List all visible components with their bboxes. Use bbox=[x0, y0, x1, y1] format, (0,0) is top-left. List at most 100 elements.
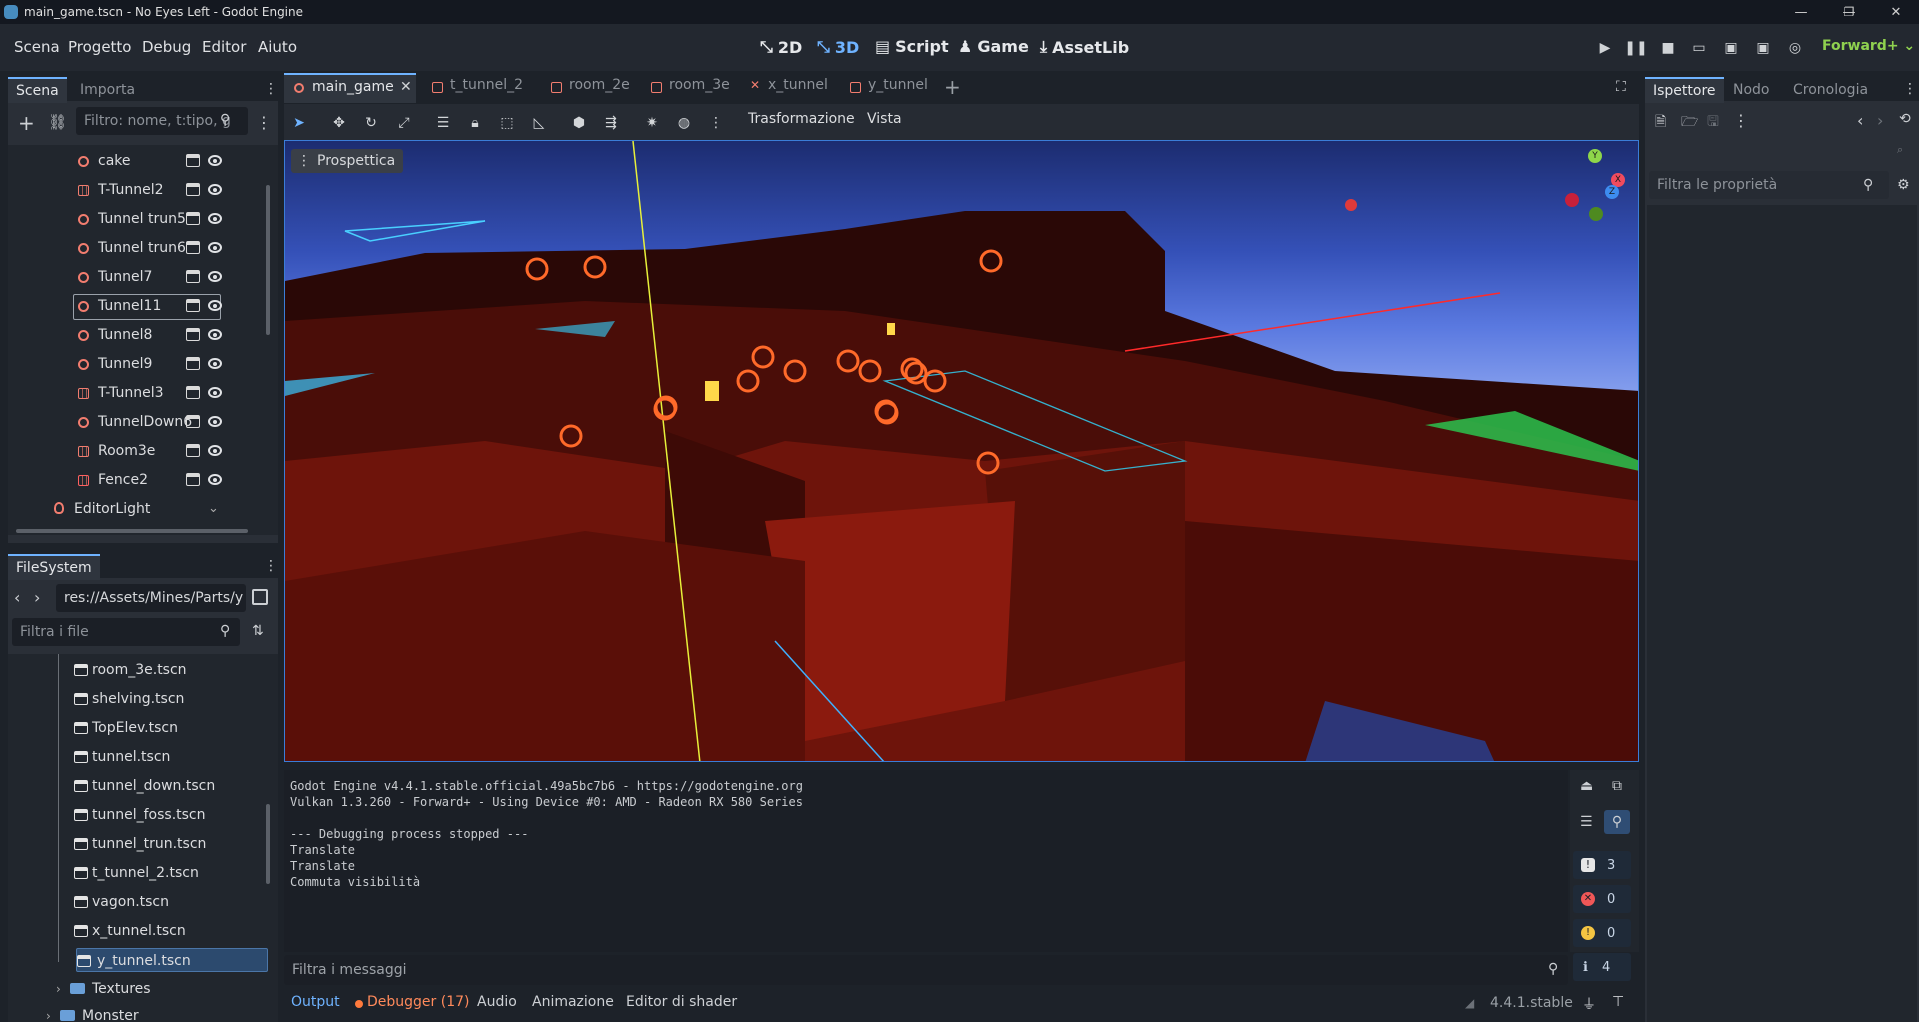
more-options-icon[interactable]: ⋮ bbox=[1733, 111, 1749, 130]
tree-node-tunnel9[interactable]: Tunnel9 bbox=[18, 352, 223, 376]
tab-cronologia[interactable]: Cronologia bbox=[1785, 77, 1876, 103]
renderer-select[interactable]: Forward+ ⌄ bbox=[1822, 38, 1915, 54]
pin-panel-icon[interactable]: ⏚ bbox=[1582, 994, 1596, 1014]
perspective-menu-button[interactable]: ⋮ Prospettica bbox=[291, 149, 404, 173]
new-resource-icon[interactable]: 🗎︎ bbox=[1655, 111, 1666, 135]
tab-scena[interactable]: Scena bbox=[8, 77, 67, 103]
visibility-eye-icon[interactable] bbox=[208, 445, 222, 456]
tree-node-room3e[interactable]: Room3e bbox=[18, 439, 223, 463]
file-t-tunnel-2[interactable]: t_tunnel_2.tscn bbox=[68, 861, 228, 885]
sort-icon[interactable]: ⇅ bbox=[252, 623, 264, 639]
dock-menu-icon[interactable]: ⋮ bbox=[1903, 81, 1917, 97]
file-tunnel-down[interactable]: tunnel_down.tscn bbox=[68, 774, 228, 798]
snap-icon[interactable]: ⇶ bbox=[598, 110, 624, 136]
visibility-eye-icon[interactable] bbox=[208, 155, 222, 166]
gizmo-neg-y[interactable] bbox=[1589, 207, 1603, 221]
tab-animazione[interactable]: Animazione bbox=[532, 994, 614, 1010]
more-options-icon[interactable]: ⋮ bbox=[703, 110, 729, 136]
file-tunnel-trun[interactable]: tunnel_trun.tscn bbox=[68, 832, 228, 856]
file-tunnel-foss[interactable]: tunnel_foss.tscn bbox=[68, 803, 228, 827]
tree-node-fence2[interactable]: Fence2 bbox=[18, 468, 223, 492]
instance-scene-icon[interactable] bbox=[186, 415, 200, 428]
list-select-icon[interactable]: ☰ bbox=[430, 110, 456, 136]
instance-scene-icon[interactable] bbox=[186, 473, 200, 486]
filter-error-x-button[interactable]: ✕ 0 bbox=[1573, 885, 1631, 913]
file-x-tunnel[interactable]: x_tunnel.tscn bbox=[68, 919, 228, 943]
link-icon[interactable]: ⛓ bbox=[48, 113, 67, 131]
gizmo-z-axis[interactable]: Z bbox=[1605, 185, 1619, 199]
vertical-scrollbar[interactable] bbox=[266, 185, 270, 335]
visibility-eye-icon[interactable] bbox=[208, 358, 222, 369]
scale-tool-icon[interactable]: ⤢ bbox=[391, 110, 417, 136]
visibility-eye-icon[interactable] bbox=[208, 242, 222, 253]
gizmo-neg-x[interactable] bbox=[1565, 193, 1579, 207]
instance-scene-icon[interactable] bbox=[186, 444, 200, 457]
property-filter-input[interactable]: Filtra le proprietà bbox=[1649, 171, 1889, 199]
open-folder-icon[interactable]: 🗁︎ bbox=[1681, 111, 1698, 135]
menu-aiuto[interactable]: Aiuto bbox=[258, 38, 297, 56]
copy-log-icon[interactable]: ⧉ bbox=[1612, 778, 1622, 794]
add-node-icon[interactable]: + bbox=[18, 111, 35, 135]
3d-viewport[interactable]: ⋮ Prospettica Y X Z bbox=[284, 140, 1639, 762]
ruler-icon[interactable]: ◺ bbox=[526, 110, 552, 136]
menu-editor[interactable]: Editor bbox=[202, 38, 246, 56]
visibility-eye-icon[interactable] bbox=[208, 271, 222, 282]
instance-scene-icon[interactable] bbox=[186, 299, 200, 312]
remote-debug-icon[interactable]: ▭ bbox=[1686, 37, 1712, 59]
tree-node-tunnel-trun5[interactable]: Tunnel trun5 bbox=[18, 207, 223, 231]
split-view-icon[interactable] bbox=[252, 589, 268, 605]
instance-scene-icon[interactable] bbox=[186, 241, 200, 254]
tab-filesystem[interactable]: FileSystem bbox=[8, 554, 100, 580]
sun-toggle-icon[interactable]: ✷ bbox=[639, 110, 665, 136]
history-back-icon[interactable]: ‹ bbox=[1857, 111, 1863, 130]
workspace-script-button[interactable]: ▤ Script bbox=[875, 37, 949, 56]
visibility-eye-icon[interactable] bbox=[208, 184, 222, 195]
rotate-tool-icon[interactable]: ↻ bbox=[358, 110, 384, 136]
tree-node-tunnel7[interactable]: Tunnel7 bbox=[18, 265, 223, 289]
output-log[interactable]: Godot Engine v4.4.1.stable.official.49a5… bbox=[284, 770, 1568, 952]
instance-scene-icon[interactable] bbox=[186, 357, 200, 370]
pause-icon[interactable]: ❚❚ bbox=[1623, 37, 1649, 59]
docs-icon[interactable]: ⌕ bbox=[1897, 143, 1903, 157]
gizmo-y-axis[interactable]: Y bbox=[1588, 149, 1602, 163]
horizontal-scrollbar[interactable] bbox=[16, 529, 248, 533]
local-space-icon[interactable]: ⬢ bbox=[566, 110, 592, 136]
filter-errors-button[interactable]: ! 3 bbox=[1573, 851, 1631, 879]
move-tool-icon[interactable]: ✥ bbox=[326, 110, 352, 136]
run-project-icon[interactable]: ▶ bbox=[1592, 37, 1618, 59]
history-icon[interactable]: ⟲ bbox=[1899, 111, 1911, 127]
tree-node-tunnel-trun6[interactable]: Tunnel trun6 bbox=[18, 236, 223, 260]
filter-info-button[interactable]: ℹ4 bbox=[1573, 953, 1631, 981]
workspace-3d-button[interactable]: ⤡ 3D bbox=[817, 37, 859, 57]
property-settings-icon[interactable]: ⚙ bbox=[1897, 177, 1910, 193]
folder-monster[interactable]: › Monster bbox=[46, 1004, 206, 1022]
tree-node-cake[interactable]: cake bbox=[18, 149, 223, 173]
expand-panel-icon[interactable]: ⊤ bbox=[1612, 994, 1624, 1010]
tab-nodo[interactable]: Nodo bbox=[1725, 77, 1778, 103]
run-current-scene-icon[interactable]: ▣ bbox=[1718, 37, 1744, 59]
dock-menu-icon[interactable]: ⋮ bbox=[264, 558, 278, 574]
workspace-2d-button[interactable]: ⤡ 2D bbox=[760, 37, 802, 57]
menu-progetto[interactable]: Progetto bbox=[68, 38, 132, 56]
close-tab-icon[interactable]: ✕ bbox=[400, 79, 412, 95]
visibility-eye-icon[interactable] bbox=[208, 213, 222, 224]
forward-icon[interactable]: › bbox=[34, 588, 40, 607]
orientation-gizmo[interactable]: Y X Z bbox=[1563, 149, 1627, 221]
visibility-eye-icon[interactable] bbox=[208, 474, 222, 485]
instance-scene-icon[interactable] bbox=[186, 154, 200, 167]
add-tab-icon[interactable]: + bbox=[944, 75, 961, 99]
instance-scene-icon[interactable] bbox=[186, 212, 200, 225]
history-forward-icon[interactable]: › bbox=[1877, 111, 1883, 130]
movie-maker-icon[interactable]: ◎ bbox=[1782, 37, 1808, 59]
scene-options-icon[interactable]: ⋮ bbox=[256, 113, 272, 132]
tab-importa[interactable]: Importa bbox=[72, 77, 143, 103]
file-filter-input[interactable]: Filtra i file bbox=[12, 618, 240, 646]
workspace-assetlib-button[interactable]: ⤓ AssetLib bbox=[1040, 37, 1129, 57]
tab-ispettore[interactable]: Ispettore bbox=[1645, 77, 1724, 103]
tree-node-tunneldown6[interactable]: TunnelDown6 bbox=[18, 410, 223, 434]
file-vagon[interactable]: vagon.tscn bbox=[68, 890, 228, 914]
folder-textures[interactable]: › Textures bbox=[56, 977, 216, 1001]
instance-scene-icon[interactable] bbox=[186, 183, 200, 196]
transform-menu[interactable]: Trasformazione bbox=[748, 111, 855, 127]
close-window-icon[interactable]: ✕ bbox=[1873, 0, 1919, 24]
